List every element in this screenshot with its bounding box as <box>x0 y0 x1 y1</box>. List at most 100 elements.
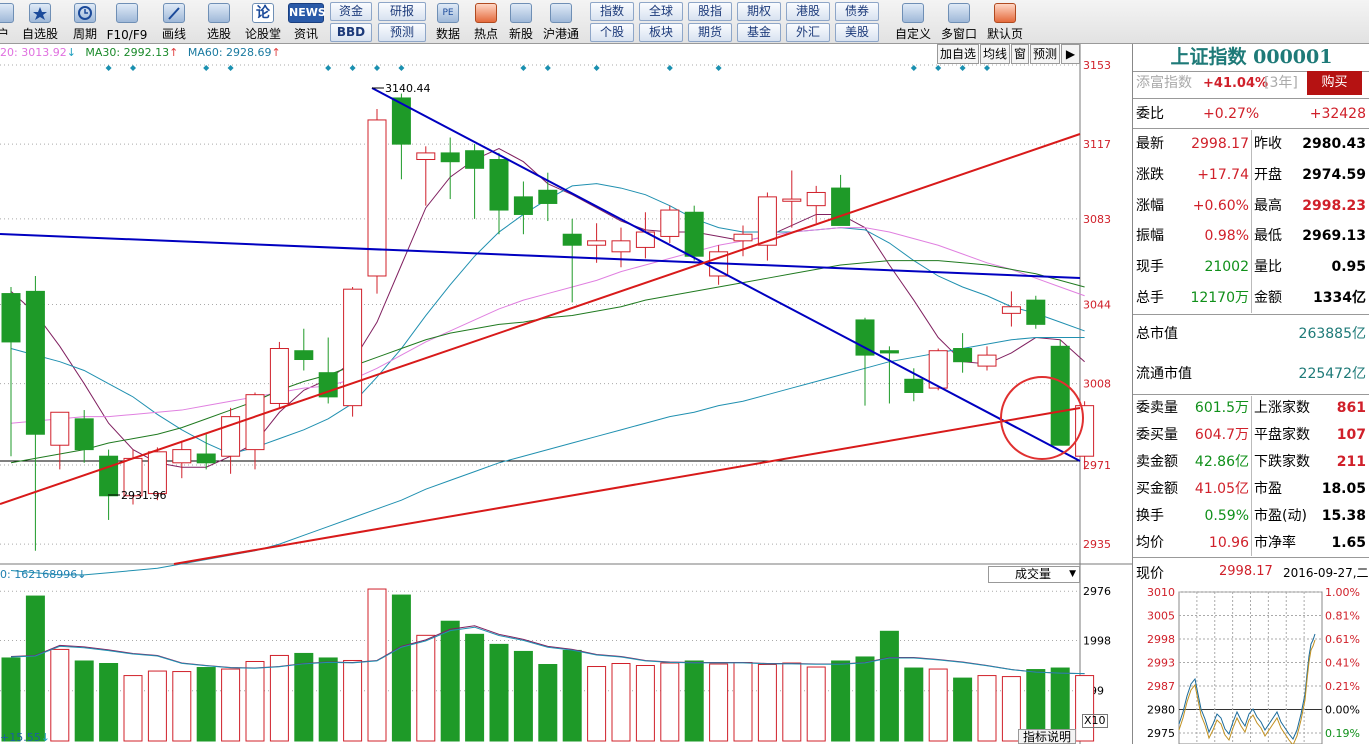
user-button[interactable]: 户 <box>0 0 14 44</box>
ma-line-ma30 <box>10 260 1085 464</box>
period-button[interactable]: 周期 <box>64 0 106 44</box>
menu-waihui[interactable]: 外汇 <box>786 23 830 42</box>
volume-bar <box>709 663 729 742</box>
volume-bar <box>977 675 997 742</box>
menu-yanbao[interactable]: 研报 <box>378 2 426 21</box>
menu-gegu[interactable]: 个股 <box>590 23 634 42</box>
quote-value-left: 12170万 <box>1190 290 1249 306</box>
menu-zijin[interactable]: 资金 <box>330 2 372 21</box>
volume-bar <box>538 664 558 742</box>
buy-button[interactable]: 购买 <box>1307 71 1362 95</box>
kline-chart-svg: 3153 3117 3083 3044 3008 2971 2935 3140.44 2931.… <box>0 44 1132 744</box>
ma20-arrow: ↓ <box>66 46 76 59</box>
stat-value-right: 107 <box>1336 427 1366 443</box>
stat-value-right: 1.65 <box>1331 535 1366 551</box>
candle-body <box>1026 299 1046 325</box>
hk-connect-button[interactable]: 沪港通 <box>540 0 582 44</box>
forum-label: 论股堂 <box>244 27 281 41</box>
candle-body <box>684 211 704 257</box>
menu-guzhi[interactable]: 股指 <box>688 2 732 21</box>
price-tick-label: 2971 <box>1083 459 1111 472</box>
menu-bankuai[interactable]: 板块 <box>639 23 683 42</box>
candle-body <box>831 187 851 226</box>
star-icon <box>29 3 51 23</box>
volume-unit: X10 <box>1082 714 1108 728</box>
custom-button[interactable]: 自定义 <box>890 0 936 44</box>
candle-body <box>50 411 70 446</box>
ma-settings-button[interactable]: 均线 <box>980 44 1010 64</box>
menu-quanqiu[interactable]: 全球 <box>639 2 683 21</box>
volume-bar <box>635 665 655 742</box>
volume-bar <box>416 634 436 742</box>
menu-zhaiquan[interactable]: 债券 <box>835 2 879 21</box>
volume-bar <box>611 663 631 742</box>
event-marker-icon <box>203 65 210 71</box>
stat-label-left: 换手 <box>1136 508 1164 524</box>
intraday-mini-chart[interactable]: 现价 2998.17 2016-09-27,二 3010 1.00% 3005 0.8… <box>1133 559 1369 744</box>
custom-label: 自定义 <box>894 27 931 41</box>
stock-screen-button[interactable]: 选股 <box>198 0 240 44</box>
volume-bar <box>172 671 192 742</box>
event-marker-icon <box>544 65 551 71</box>
menu-meigu[interactable]: 美股 <box>835 23 879 42</box>
event-marker-icon <box>130 65 136 71</box>
quote-value-right: 2980.43 <box>1302 136 1366 152</box>
mini-left-tick: 2975 <box>1147 727 1175 740</box>
draw-line-button[interactable]: 画线 <box>152 0 196 44</box>
hot-button[interactable]: 热点 <box>468 0 504 44</box>
candle-body <box>172 449 192 464</box>
forecast-button[interactable]: 预测 <box>1030 44 1060 64</box>
mini-right-tick: 0.19% <box>1325 727 1360 740</box>
event-marker-icon <box>910 65 917 71</box>
quote-label-right: 最低 <box>1254 228 1282 245</box>
volume-bar <box>806 666 826 742</box>
menu-qihuo[interactable]: 期货 <box>688 23 732 42</box>
quote-label-right: 最高 <box>1254 197 1282 214</box>
stat-value-right: 861 <box>1336 400 1366 416</box>
next-arrow-button[interactable]: ▶ <box>1061 44 1080 64</box>
data-button[interactable]: PE 数据 <box>430 0 466 44</box>
float-cap-label: 流通市值 <box>1136 366 1192 382</box>
mini-right-tick: 1.00% <box>1325 586 1360 599</box>
candle-body <box>1001 306 1021 314</box>
screen-icon <box>208 3 230 23</box>
indicator-select[interactable]: 成交量 ▼ <box>988 566 1080 583</box>
multiwindow-button[interactable]: 多窗口 <box>936 0 982 44</box>
volume-bar <box>50 648 70 742</box>
menu-jijin[interactable]: 基金 <box>737 23 781 42</box>
total-cap-label: 总市值 <box>1136 326 1178 342</box>
add-favorite-button[interactable]: 加自选 <box>937 44 979 64</box>
stat-label-right: 上涨家数 <box>1254 400 1310 416</box>
f10-button[interactable]: F10/F9 <box>106 0 148 44</box>
stat-label-right: 市盈 <box>1254 481 1282 497</box>
quote-value-left: +17.74 <box>1197 166 1249 183</box>
menu-yuce[interactable]: 预测 <box>378 23 426 42</box>
menu-zhishu[interactable]: 指数 <box>590 2 634 21</box>
candle-body <box>660 209 680 237</box>
quote-label-left: 现手 <box>1136 259 1164 276</box>
candle-body <box>953 348 973 363</box>
window-button[interactable]: 窗 <box>1011 44 1029 64</box>
event-marker-icon <box>349 65 356 71</box>
kline-chart-area[interactable]: 3153 3117 3083 3044 3008 2971 2935 3140.44 2931.… <box>0 44 1132 744</box>
volume-bar <box>879 630 899 742</box>
volume-header: 0: 162168996↓ <box>0 568 86 581</box>
news-button[interactable]: NEWS 资讯 <box>286 0 326 44</box>
event-marker-icon <box>374 65 380 71</box>
watchlist-button[interactable]: 自选股 <box>18 0 62 44</box>
ipo-button[interactable]: 新股 <box>504 0 538 44</box>
forum-button[interactable]: 论论股堂 <box>242 0 284 44</box>
default-page-label: 默认页 <box>986 27 1023 41</box>
menu-qiquan[interactable]: 期权 <box>737 2 781 21</box>
stock-screen-label: 选股 <box>206 27 231 41</box>
menu-bbd[interactable]: BBD <box>330 23 372 42</box>
indicator-help-button[interactable]: 指标说明 <box>1018 729 1076 744</box>
highlight-circle <box>1000 376 1084 460</box>
default-page-button[interactable]: 默认页 <box>982 0 1028 44</box>
total-cap-value: 263885亿 <box>1298 326 1366 342</box>
volume-bar <box>562 649 582 742</box>
stat-value-left: 601.5万 <box>1194 400 1249 416</box>
ma-header: 20: 3013.92↓ MA30: 2992.13↑ MA60: 2928.6… <box>0 46 281 59</box>
volume-bar <box>367 588 387 742</box>
menu-ganggu[interactable]: 港股 <box>786 2 830 21</box>
